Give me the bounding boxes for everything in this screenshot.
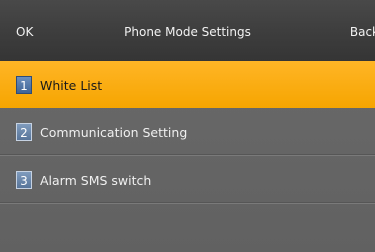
menu-item-label: Communication Setting bbox=[40, 125, 188, 140]
menu-item-communication-setting[interactable]: 2 Communication Setting bbox=[0, 108, 375, 156]
divider bbox=[0, 203, 375, 204]
back-button[interactable]: Back bbox=[350, 25, 375, 39]
menu-item-white-list[interactable]: 1 White List bbox=[0, 61, 375, 108]
page-title: Phone Mode Settings bbox=[124, 25, 251, 39]
title-bar: OK Phone Mode Settings Back bbox=[0, 0, 375, 61]
number-badge: 2 bbox=[16, 123, 32, 141]
phone-mode-settings-screen: OK Phone Mode Settings Back 1 White List… bbox=[0, 0, 375, 252]
number-badge: 1 bbox=[16, 76, 32, 94]
menu-item-alarm-sms-switch[interactable]: 3 Alarm SMS switch bbox=[0, 156, 375, 204]
menu-item-label: White List bbox=[40, 78, 103, 93]
number-badge: 3 bbox=[16, 171, 32, 189]
menu-item-label: Alarm SMS switch bbox=[40, 173, 152, 188]
